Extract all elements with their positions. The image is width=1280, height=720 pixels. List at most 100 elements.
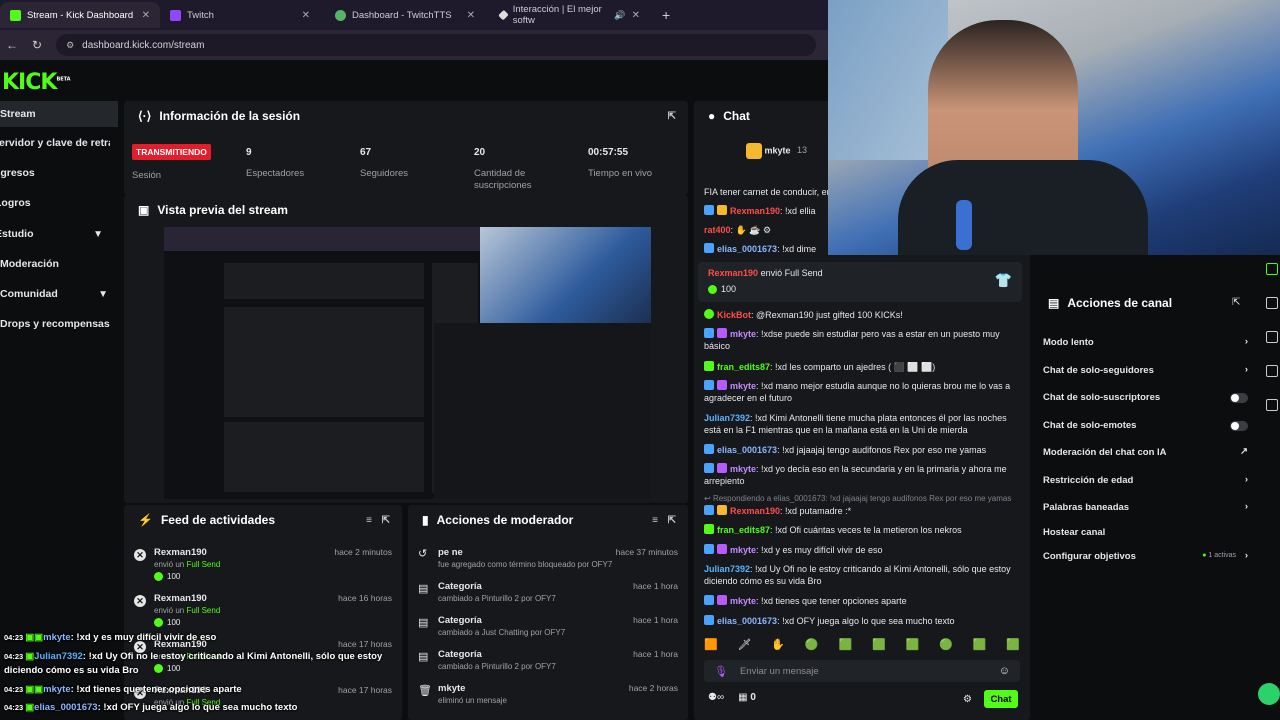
row-label: Restricción de edad	[1043, 475, 1134, 486]
message-user[interactable]: Rexman190	[730, 506, 780, 516]
speaker-icon[interactable]: 🔊	[614, 10, 625, 21]
shield-icon: ▮	[422, 513, 429, 527]
goals-row[interactable]: Configurar objetivos ● 1 activas ›	[1043, 550, 1248, 562]
tab-kick-dashboard[interactable]: Stream - Kick Dashboard ✕	[0, 2, 160, 28]
stream-preview-video[interactable]	[164, 227, 651, 499]
message-user[interactable]: elias_0001673	[717, 445, 777, 455]
interaccion-favicon-icon	[498, 9, 509, 21]
emote-icon[interactable]: ✋	[771, 638, 785, 654]
toolbar-icon[interactable]	[1266, 399, 1278, 411]
emote-icon[interactable]: 🟢	[939, 638, 953, 654]
popout-icon[interactable]: ⇱	[382, 515, 390, 526]
gift-user[interactable]: Rexman190	[708, 268, 758, 278]
chat-message: Julian7392: !xd Kimi Antonelli tiene muc…	[704, 412, 1020, 436]
support-chat-icon[interactable]	[1258, 683, 1280, 705]
emote-icon[interactable]: 🟩	[1006, 638, 1020, 654]
pinned-user[interactable]: mkyte 13	[746, 143, 807, 159]
tab-interaccion[interactable]: Interacción | El mejor softw 🔊 ✕	[490, 2, 650, 28]
slow-mode-row[interactable]: Modo lento ›	[1043, 336, 1248, 348]
feed-user[interactable]: Rexman190	[154, 593, 207, 604]
filter-icon[interactable]: ≡	[652, 515, 658, 526]
url-text: dashboard.kick.com/stream	[82, 39, 205, 51]
emote-icon[interactable]: 🟩	[973, 638, 987, 654]
close-icon[interactable]: ✕	[467, 10, 475, 21]
tab-twitchtts[interactable]: Dashboard - TwitchTTS ✕	[325, 2, 485, 28]
sidebar-item-achievements[interactable]: Logros	[0, 190, 113, 216]
emote-bar: 🟧 🗡 ✋ 🟢 🟩 🟩 🟩 🟢 🟩 🟩	[704, 638, 1020, 654]
emote-icon[interactable]: 🟩	[906, 638, 920, 654]
message-user[interactable]: rat400	[704, 225, 731, 235]
chat-input[interactable]: 🎙 Enviar un mensaje ☺	[704, 660, 1020, 682]
url-field[interactable]: ⚙ dashboard.kick.com/stream	[56, 34, 817, 56]
popout-icon[interactable]: ⇱	[1232, 297, 1240, 308]
webcam-feed	[828, 0, 1280, 255]
toolbar-icon[interactable]	[1266, 297, 1278, 309]
ai-moderation-row[interactable]: Moderación del chat con IA ↗	[1043, 446, 1248, 458]
emote-icon[interactable]: 🟩	[872, 638, 886, 654]
message-user[interactable]: elias_0001673	[717, 616, 777, 626]
tab-twitch[interactable]: Twitch ✕	[160, 2, 320, 28]
microphone-icon[interactable]: 🎙	[714, 665, 728, 678]
host-channel-row[interactable]: Hostear canal	[1043, 527, 1248, 538]
sidebar-item-stream[interactable]: Stream	[0, 101, 118, 127]
age-restriction-row[interactable]: Restricción de edad ›	[1043, 474, 1248, 486]
channel-actions-header: ▤ Acciones de canal	[1048, 296, 1172, 310]
emote-icon[interactable]: 🗡	[738, 638, 752, 654]
emotes-only-toggle[interactable]	[1230, 421, 1248, 431]
message-user[interactable]: fran_edits87	[717, 525, 770, 535]
sidebar-item-income[interactable]: Ingresos	[0, 160, 109, 186]
reload-icon[interactable]: ↻	[32, 38, 42, 52]
chat-message: Rexman190: !xd putamadre :*	[704, 505, 1020, 517]
message-user[interactable]: mkyte	[730, 596, 756, 606]
followers-only-row[interactable]: Chat de solo-seguidores ›	[1043, 364, 1248, 376]
chat-message: Julian7392: !xd Uy Ofi no le estoy criti…	[704, 563, 1020, 587]
close-icon[interactable]: ✕	[632, 10, 640, 21]
sidebar-item-drops[interactable]: Drops y recompensas	[0, 311, 118, 337]
emote-icon[interactable]: 🟢	[805, 638, 819, 654]
site-info-icon[interactable]: ⚙	[66, 40, 74, 51]
message-user[interactable]: mkyte	[730, 381, 756, 391]
kick-logo[interactable]: KICKBETA	[2, 70, 71, 95]
message-user[interactable]: mkyte	[730, 464, 756, 474]
gear-icon[interactable]: ⚙	[963, 694, 972, 705]
toolbar-icon[interactable]	[1266, 331, 1278, 343]
mod-action-time: hace 1 hora	[633, 615, 678, 625]
close-icon[interactable]: ✕	[302, 10, 310, 21]
message-user[interactable]: mkyte	[730, 545, 756, 555]
chat-message: elias_0001673: !xd jajaajaj tengo audifo…	[704, 444, 1020, 456]
message-user[interactable]: Rexman190	[730, 206, 780, 216]
message-user[interactable]: fran_edits87	[717, 362, 770, 372]
emote-icon[interactable]: 🟧	[704, 638, 718, 654]
gift-badge-icon	[717, 205, 727, 215]
sidebar-item-server-key[interactable]: Servidor y clave de retransmisión	[0, 130, 110, 156]
popout-icon[interactable]: ⇱	[668, 111, 676, 122]
gift-badge-icon	[746, 143, 762, 159]
toolbar-icon[interactable]	[1266, 365, 1278, 377]
message-user[interactable]: elias_0001673	[717, 244, 777, 254]
filter-icon[interactable]: ≡	[366, 515, 372, 526]
new-tab-button[interactable]: +	[652, 2, 676, 28]
message-user[interactable]: Julian7392	[704, 564, 750, 574]
sidebar-item-moderation[interactable]: Moderación	[0, 251, 118, 277]
overlay-chat-line: 04:23 ▣▣mkyte: !xd tienes que tener opcio…	[4, 684, 242, 695]
message-user[interactable]: KickBot	[717, 310, 751, 320]
kicks-counter[interactable]: ▦ 0	[738, 692, 756, 703]
popout-icon[interactable]: ⇱	[668, 515, 676, 526]
message-text: : !xd Kimi Antonelli tiene mucha plata e…	[704, 413, 1007, 435]
toolbar-icon[interactable]	[1266, 263, 1278, 275]
preview-webcam-image	[480, 227, 651, 323]
sidebar-item-studio[interactable]: Estudio ▼	[0, 221, 113, 247]
emote-icon[interactable]: 🟩	[838, 638, 852, 654]
feed-user[interactable]: Rexman190	[154, 547, 207, 558]
banned-words-row[interactable]: Palabras baneadas ›	[1043, 501, 1248, 513]
message-user[interactable]: Julian7392	[704, 413, 750, 423]
close-icon[interactable]: ✕	[142, 10, 150, 21]
sidebar-item-community[interactable]: Comunidad ▼	[0, 281, 118, 307]
emoji-icon[interactable]: ☺	[999, 665, 1010, 677]
message-user[interactable]: mkyte	[730, 329, 756, 339]
feed-item-name: Full Send	[186, 606, 221, 615]
subscribers-only-toggle[interactable]	[1230, 393, 1248, 403]
send-chat-button[interactable]: Chat	[984, 690, 1018, 708]
back-arrow-icon[interactable]: ←	[6, 38, 18, 52]
infinity-icon[interactable]: ⚉∞	[708, 692, 724, 703]
